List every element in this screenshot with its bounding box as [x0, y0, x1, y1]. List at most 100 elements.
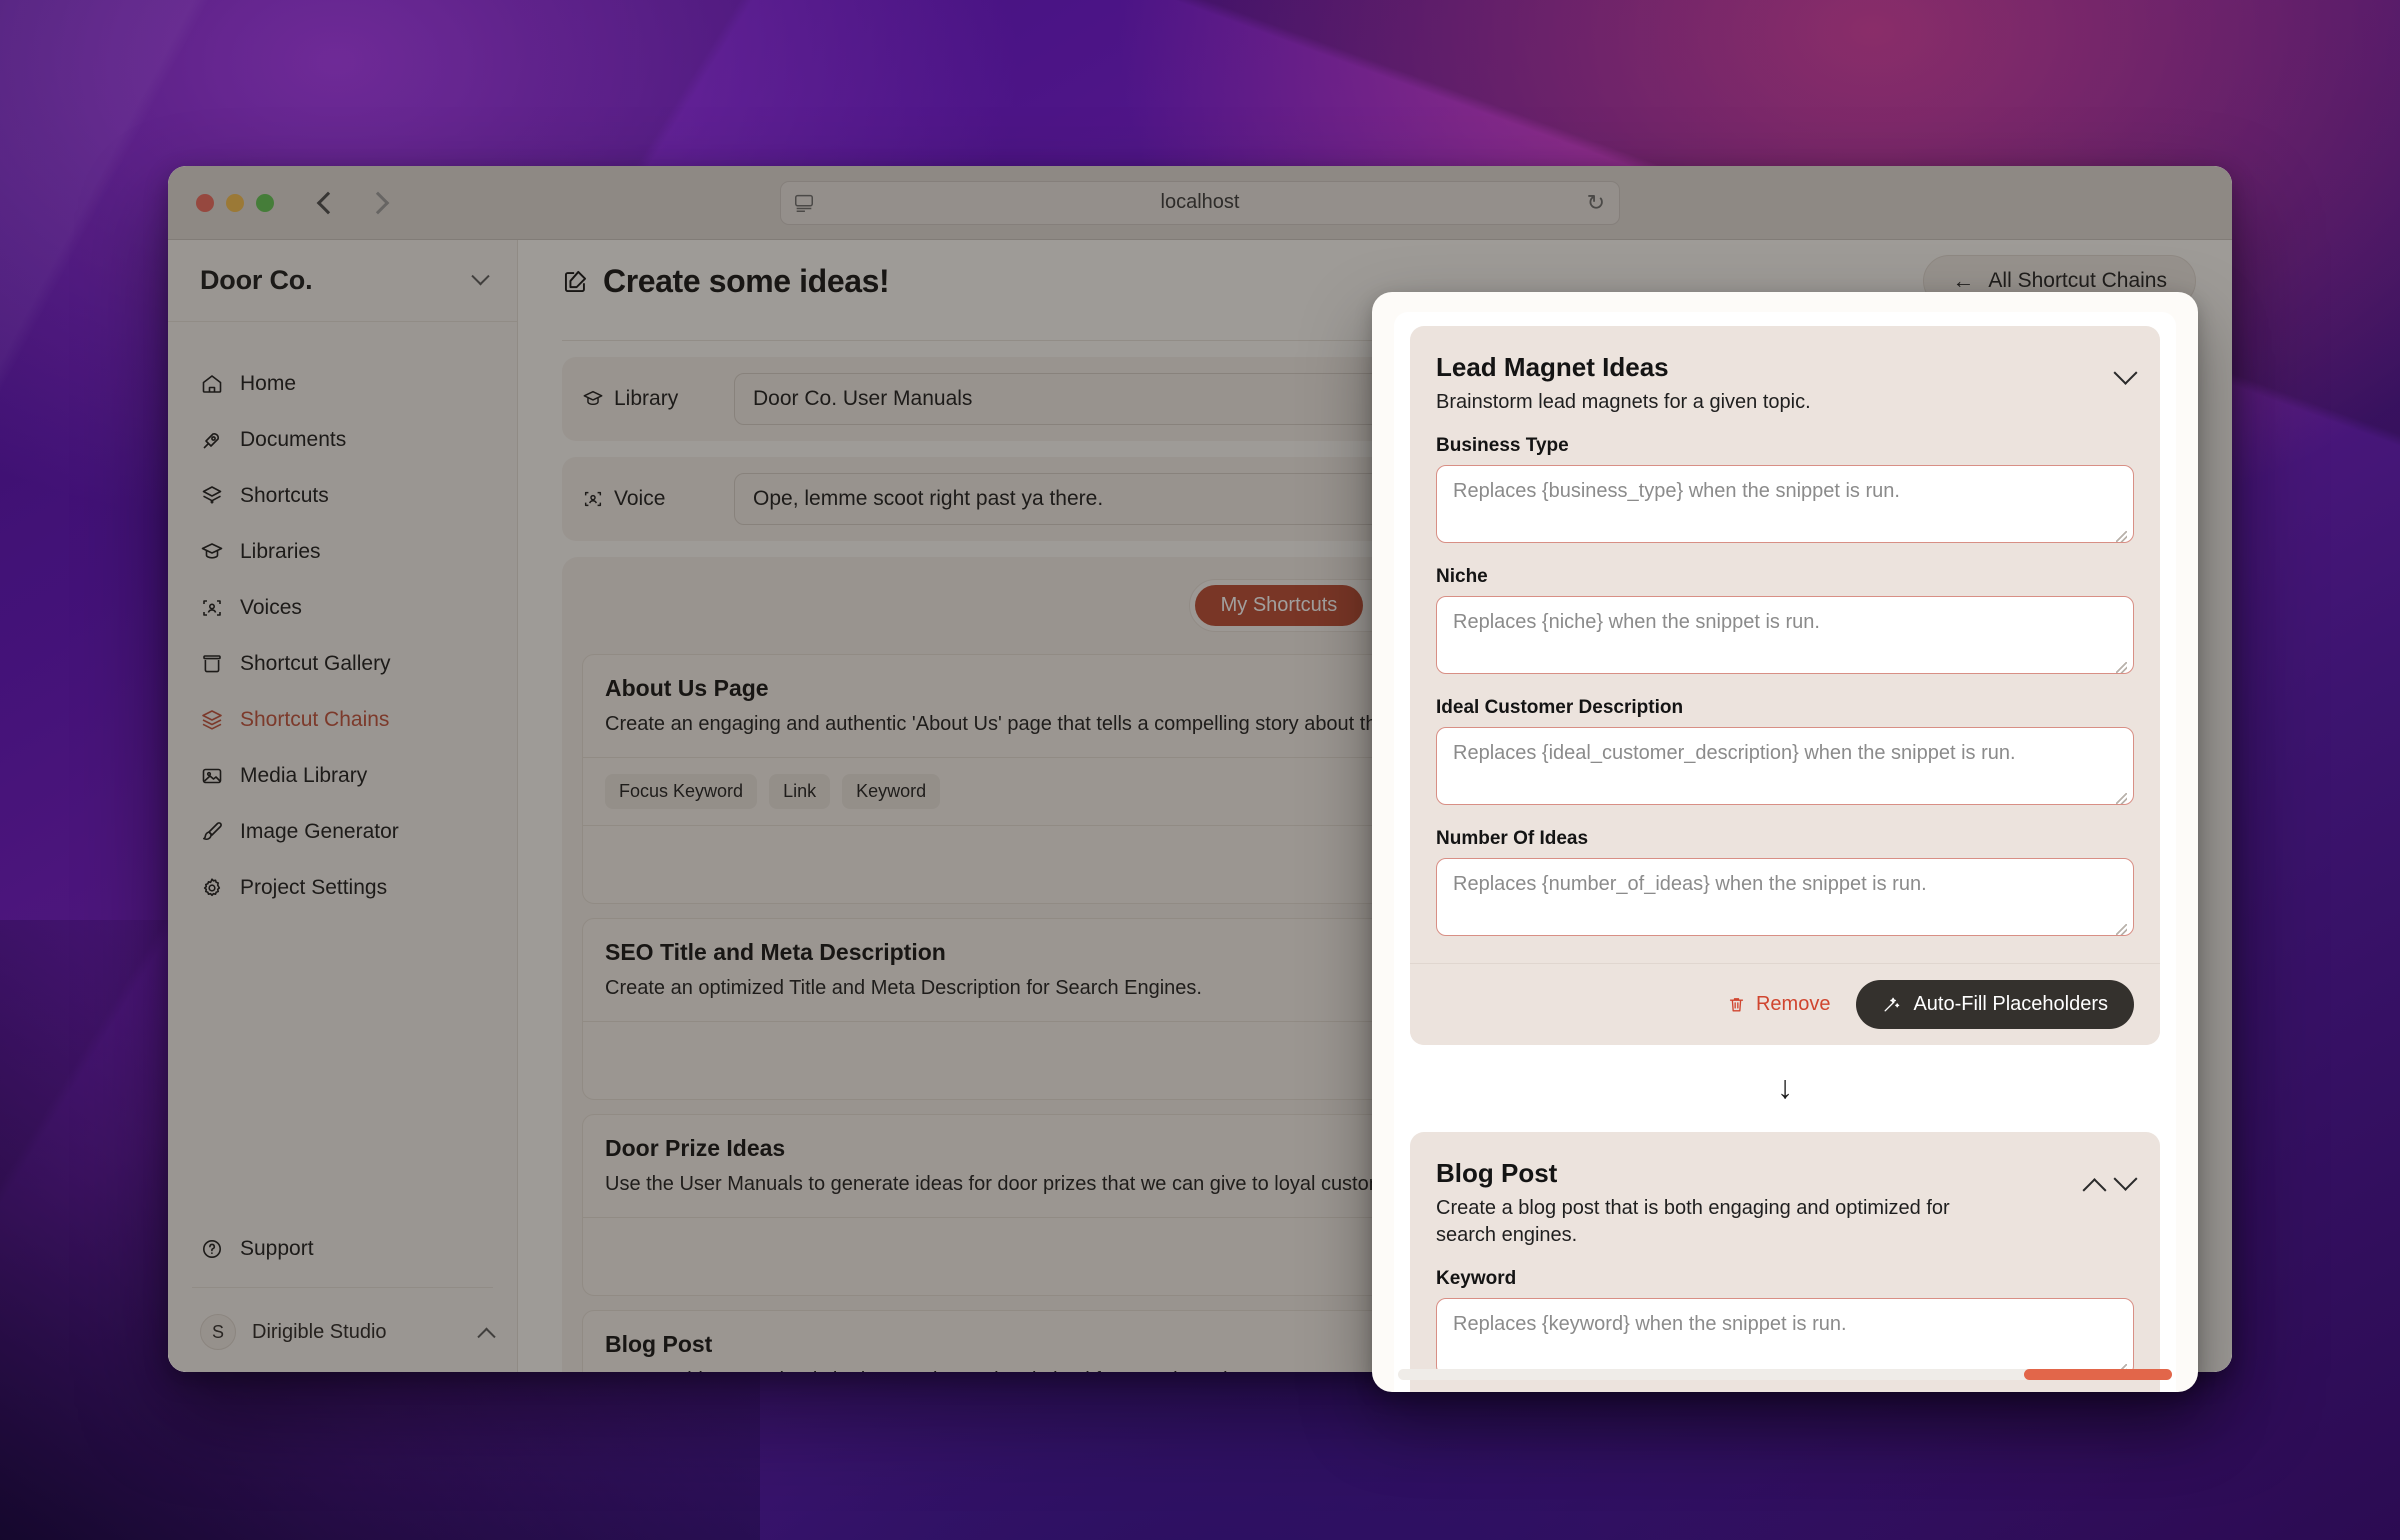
niche-input[interactable]: [1436, 595, 2134, 674]
paintbrush-icon: [203, 822, 222, 841]
address-bar-text: localhost: [1160, 191, 1240, 213]
sheet-horizontal-scrollbar[interactable]: [1398, 1369, 2172, 1380]
chevron-down-icon[interactable]: [2113, 1166, 2138, 1191]
trash-icon: [1729, 997, 1744, 1012]
minimize-window-button[interactable]: [226, 193, 244, 212]
workspace-switcher[interactable]: Door Co.: [168, 240, 517, 322]
workspace-name: Door Co.: [200, 265, 313, 295]
image-icon: [202, 768, 222, 784]
sidebar-item-label: Media Library: [240, 764, 368, 787]
business-type-input[interactable]: [1436, 464, 2134, 543]
sidebar-item-label: Project Settings: [240, 876, 388, 899]
account-switcher[interactable]: S Dirigible Studio: [168, 1304, 517, 1350]
sheet-scrollbar-thumb[interactable]: [2024, 1369, 2172, 1380]
field-ideal-customer-description: Ideal Customer Description: [1436, 697, 2134, 810]
window-traffic-lights: [196, 193, 274, 212]
field-label: Niche: [1436, 565, 1488, 587]
chain-block-title: Lead Magnet Ideas: [1436, 352, 1669, 382]
maximize-window-button[interactable]: [256, 193, 274, 212]
magic-wand-icon: [1884, 997, 1900, 1012]
forward-chevron-icon[interactable]: [366, 191, 390, 214]
chevron-up-icon[interactable]: [477, 1327, 496, 1346]
stack-plus-icon: [202, 486, 222, 504]
placeholder-chip[interactable]: Link: [769, 774, 831, 809]
voice-label-text: Voice: [614, 487, 666, 510]
sidebar-item-libraries[interactable]: Libraries: [168, 524, 517, 580]
arrow-left-icon: ←: [1952, 268, 1975, 293]
sidebar-item-home[interactable]: Home: [168, 356, 517, 412]
sidebar-item-label: Voices: [240, 596, 302, 619]
account-name: Dirigible Studio: [252, 1320, 387, 1343]
field-label: Number Of Ideas: [1436, 827, 1589, 849]
chain-block-title: Blog Post: [1436, 1157, 1558, 1188]
question-circle-icon: [203, 1240, 221, 1258]
browser-nav-buttons: [316, 191, 390, 214]
sidebar-item-label: Documents: [240, 428, 347, 451]
chevron-up-icon[interactable]: [2082, 1177, 2107, 1202]
remove-block-button[interactable]: Remove: [1727, 993, 1830, 1016]
field-niche: Niche: [1436, 566, 2134, 679]
sidebar-item-label: Shortcuts: [240, 484, 329, 507]
sidebar-item-shortcuts[interactable]: Shortcuts: [168, 468, 517, 524]
browser-titlebar: localhost ↻: [168, 166, 2232, 240]
sidebar-item-label: Support: [240, 1237, 314, 1260]
sidebar-item-shortcut-chains[interactable]: Shortcut Chains: [168, 692, 517, 748]
chain-editor-scroll[interactable]: Lead Magnet Ideas Brainstorm lead magnet…: [1394, 312, 2176, 1392]
chain-block-blog-post: Blog Post Create a blog post that is bot…: [1410, 1131, 2160, 1392]
library-select-value: Door Co. User Manuals: [753, 387, 973, 410]
reload-icon[interactable]: ↻: [1587, 190, 1605, 216]
ideal-customer-description-input[interactable]: [1436, 726, 2134, 805]
keyword-input[interactable]: [1436, 1297, 2134, 1376]
placeholder-chip[interactable]: Keyword: [842, 774, 941, 809]
library-label: Library: [582, 387, 712, 411]
voice-label: Voice: [582, 487, 712, 511]
field-keyword: Keyword: [1436, 1268, 2134, 1381]
sidebar-item-shortcut-gallery[interactable]: Shortcut Gallery: [168, 636, 517, 692]
archive-box-icon: [203, 655, 221, 673]
sidebar-item-voices[interactable]: Voices: [168, 580, 517, 636]
remove-label: Remove: [1755, 992, 1831, 1015]
sidebar-item-label: Shortcut Gallery: [240, 652, 391, 675]
gear-icon: [203, 878, 221, 897]
address-bar[interactable]: localhost ↻: [780, 180, 1620, 225]
sidebar-item-support[interactable]: Support: [168, 1221, 517, 1277]
person-frame-icon: [203, 600, 221, 616]
auto-fill-label: Auto-Fill Placeholders: [1913, 992, 2108, 1015]
number-of-ideas-input[interactable]: [1436, 857, 2134, 936]
edit-square-icon: [564, 270, 587, 292]
sidebar-item-label: Libraries: [240, 540, 321, 563]
sidebar-item-label: Image Generator: [240, 820, 399, 843]
chain-block-description: Brainstorm lead magnets for a given topi…: [1436, 391, 1811, 413]
voice-select-value: Ope, lemme scoot right past ya there.: [753, 487, 1104, 510]
arrow-down-icon: ↓: [1777, 1068, 1793, 1105]
sidebar-item-project-settings[interactable]: Project Settings: [168, 860, 517, 916]
chevron-down-icon[interactable]: [2113, 360, 2138, 385]
graduation-cap-icon: [583, 390, 603, 406]
chevron-down-icon[interactable]: [471, 267, 490, 286]
page-title: Create some ideas!: [562, 263, 890, 300]
reader-icon[interactable]: [793, 192, 815, 214]
all-shortcut-chains-label: All Shortcut Chains: [1988, 269, 2167, 292]
close-window-button[interactable]: [196, 193, 214, 212]
sidebar-item-documents[interactable]: Documents: [168, 412, 517, 468]
pen-nib-icon: [203, 433, 219, 449]
field-number-of-ideas: Number Of Ideas: [1436, 828, 2134, 941]
chain-block-move-controls: [2082, 1158, 2138, 1202]
home-icon: [202, 375, 222, 393]
tab-my-shortcuts[interactable]: My Shortcuts: [1194, 585, 1364, 626]
sidebar-item-image-generator[interactable]: Image Generator: [168, 804, 517, 860]
field-label: Ideal Customer Description: [1436, 696, 1684, 718]
sidebar-item-media-library[interactable]: Media Library: [168, 748, 517, 804]
field-label: Business Type: [1436, 434, 1569, 456]
chain-block-lead-magnet-ideas: Lead Magnet Ideas Brainstorm lead magnet…: [1410, 326, 2160, 1045]
placeholder-chip[interactable]: Focus Keyword: [605, 774, 758, 809]
sidebar-footer: Support S Dirigible Studio: [168, 1221, 517, 1372]
sidebar-item-label: Home: [240, 372, 297, 395]
sidebar-nav: Home Documents Shortcuts Libraries Voice: [168, 322, 517, 1221]
graduation-cap-icon: [201, 543, 223, 559]
auto-fill-placeholders-button[interactable]: Auto-Fill Placeholders: [1856, 979, 2134, 1029]
back-chevron-icon[interactable]: [316, 191, 340, 214]
sidebar-divider: [192, 1287, 493, 1288]
field-label: Keyword: [1436, 1267, 1517, 1289]
chain-block-move-controls: [2113, 352, 2138, 387]
